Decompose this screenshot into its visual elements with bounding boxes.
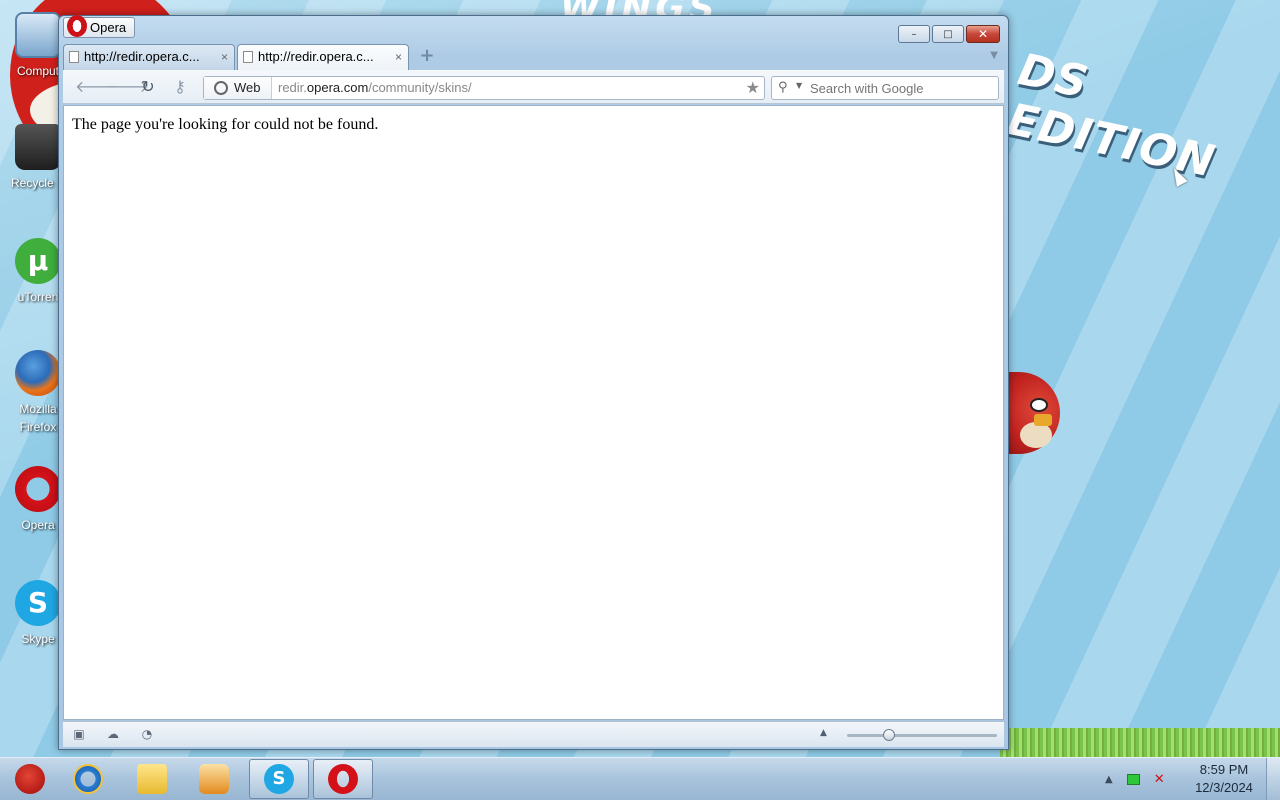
window-controls: – □ ✕: [898, 25, 1000, 43]
opera-icon: [15, 466, 61, 512]
zoom-slider[interactable]: [847, 729, 997, 741]
tab-1[interactable]: http://redir.opera.c... ×: [63, 44, 235, 70]
address-badge-label: Web: [234, 80, 261, 95]
search-box[interactable]: ⚲ ▼: [771, 76, 999, 100]
tab-title: http://redir.opera.c...: [84, 49, 200, 64]
window-title: Opera: [90, 20, 127, 35]
taskbar-windows-explorer[interactable]: [122, 759, 182, 799]
tab-close-icon[interactable]: ×: [221, 45, 228, 69]
internet-explorer-icon: [73, 764, 103, 794]
page-content: The page you're looking for could not be…: [63, 105, 1004, 720]
address-bar[interactable]: Web redir.opera.com/community/skins/ ★: [203, 76, 765, 100]
forward-button[interactable]: 🡒: [106, 78, 149, 96]
media-player-icon: [199, 764, 229, 794]
panel-toggle-icon[interactable]: ▣: [71, 727, 87, 741]
network-icon[interactable]: [1126, 774, 1140, 785]
speed-dial-icon[interactable]: ◔: [139, 727, 155, 741]
opera-turbo-icon[interactable]: ☁: [105, 727, 121, 741]
angry-bird-start-icon: [15, 764, 45, 794]
skype-icon: S: [15, 580, 61, 626]
recycle-bin-icon: [15, 124, 61, 170]
maximize-button[interactable]: □: [932, 25, 964, 43]
tab-menu-chevron-icon[interactable]: ▼: [990, 50, 998, 61]
status-bar: ▣ ☁ ◔ ▲: [63, 721, 1004, 747]
red-bird-graphic: [1008, 372, 1060, 454]
minimize-button[interactable]: –: [898, 25, 930, 43]
page-icon: [69, 51, 79, 63]
page-icon: [243, 51, 253, 63]
taskbar-opera[interactable]: [313, 759, 373, 799]
system-clock[interactable]: 8:59 PM 12/3/2024: [1186, 761, 1262, 797]
error-message: The page you're looking for could not be…: [72, 116, 379, 133]
opera-icon: [328, 764, 358, 794]
taskbar-media-player[interactable]: [184, 759, 244, 799]
search-icon[interactable]: ⚲: [778, 80, 788, 95]
close-button[interactable]: ✕: [966, 25, 1000, 43]
folder-icon: [137, 764, 167, 794]
grass-graphic: [1000, 728, 1280, 757]
tab-title: http://redir.opera.c...: [258, 49, 374, 64]
zoom-slider-thumb[interactable]: [883, 729, 895, 741]
zoom-menu-arrow-icon[interactable]: ▲: [820, 728, 827, 738]
taskbar-skype[interactable]: S: [249, 759, 309, 799]
computer-icon: [15, 12, 61, 58]
back-button[interactable]: 🡐: [75, 78, 118, 96]
key-icon[interactable]: ⚷: [170, 78, 190, 96]
utorrent-icon: µ: [15, 238, 61, 284]
opera-menu-button[interactable]: Opera: [63, 15, 136, 38]
tab-2[interactable]: http://redir.opera.c... ×: [237, 44, 409, 70]
navigation-toolbar: 🡐 🡒 ↻ ⚷ Web redir.opera.com/community/sk…: [63, 70, 1004, 104]
tab-bar: http://redir.opera.c... × http://redir.o…: [63, 42, 1004, 70]
skype-icon: S: [264, 764, 294, 794]
clock-date: 12/3/2024: [1195, 780, 1253, 795]
reload-button[interactable]: ↻: [138, 78, 158, 96]
system-tray: ▲ ✕: [1105, 772, 1165, 787]
globe-icon: [214, 81, 228, 95]
show-hidden-icons-arrow-icon[interactable]: ▲: [1105, 774, 1113, 785]
volume-muted-icon[interactable]: ✕: [1154, 772, 1165, 787]
wallpaper-edition-text: DS EDITION: [1003, 44, 1220, 188]
url-path: /community/skins/: [368, 80, 472, 95]
show-desktop-button[interactable]: [1266, 758, 1280, 800]
firefox-icon: [15, 350, 61, 396]
opera-window: Opera – □ ✕ http://redir.opera.c... × ht…: [58, 15, 1009, 750]
url-prefix: redir.: [278, 80, 307, 95]
tab-close-icon[interactable]: ×: [395, 45, 402, 69]
url-domain: opera.com: [306, 80, 369, 95]
clock-time: 8:59 PM: [1199, 762, 1249, 777]
opera-logo-icon: [67, 15, 87, 37]
new-tab-button[interactable]: +: [419, 47, 435, 65]
security-badge[interactable]: Web: [204, 77, 272, 99]
url-text[interactable]: redir.opera.com/community/skins/: [278, 77, 472, 99]
bookmark-star-icon[interactable]: ★: [746, 78, 760, 98]
taskbar: S ▲ ✕ 8:59 PM 12/3/2024: [0, 757, 1280, 800]
search-engine-dropdown-icon[interactable]: ▼: [796, 81, 802, 90]
taskbar-internet-explorer[interactable]: [58, 759, 118, 799]
search-input[interactable]: [810, 79, 990, 97]
start-button[interactable]: [0, 759, 60, 799]
